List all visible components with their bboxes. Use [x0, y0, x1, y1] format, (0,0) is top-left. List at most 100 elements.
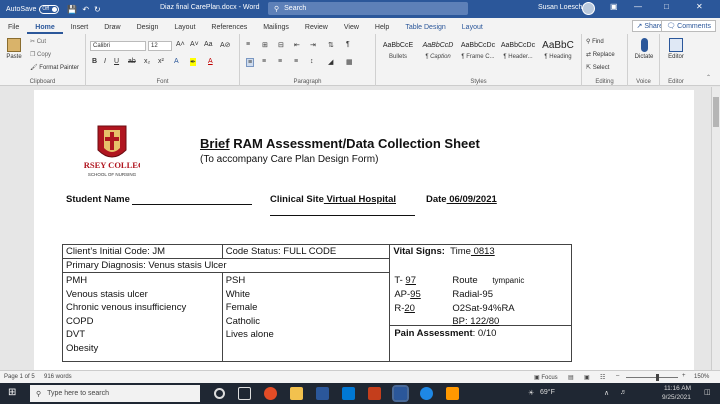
borders-icon[interactable]: ▦ — [346, 58, 353, 66]
grow-font-icon[interactable]: A˄ — [176, 41, 185, 48]
tab-layout[interactable]: Layout — [166, 24, 203, 34]
student-name-line[interactable] — [132, 194, 252, 205]
tab-table-layout[interactable]: Layout — [454, 24, 491, 34]
tab-insert[interactable]: Insert — [63, 24, 97, 34]
tab-home[interactable]: Home — [27, 24, 63, 34]
tab-view[interactable]: View — [336, 24, 367, 34]
highlight-icon[interactable]: ✒ — [190, 58, 196, 66]
notifications-icon[interactable]: ◫ — [704, 388, 711, 396]
clock-time[interactable]: 11:16 AM — [664, 385, 691, 392]
print-layout-icon[interactable]: ▣ — [584, 374, 590, 381]
dictate-button[interactable]: Dictate — [630, 38, 658, 60]
comments-button[interactable]: 🗨 Comments — [661, 20, 716, 32]
show-marks-icon[interactable]: ¶ — [346, 41, 350, 48]
paste-button[interactable]: Paste — [4, 38, 24, 60]
format-painter-button[interactable]: 🖌 Format Painter — [30, 64, 79, 71]
scrollbar-thumb[interactable] — [713, 97, 719, 127]
line-spacing-icon[interactable]: ↕ — [310, 58, 314, 65]
mail-icon[interactable] — [342, 387, 355, 400]
select-button[interactable]: ⇱ Select — [586, 64, 609, 71]
decrease-indent-icon[interactable]: ⇤ — [294, 41, 300, 49]
vitals-detail-cell[interactable]: T- 97 Route tympanic AP-95 Radial-95 R-2… — [389, 272, 572, 362]
user-name[interactable]: Susan Loesch — [538, 4, 582, 11]
tab-table-design[interactable]: Table Design — [397, 24, 453, 34]
chrome-icon[interactable] — [264, 387, 277, 400]
style-caption[interactable]: AaBbCcD ¶ Caption — [418, 38, 458, 76]
style-header[interactable]: AaBbCcDc ¶ Header... — [498, 38, 538, 76]
save-icon[interactable]: 💾 — [67, 5, 77, 14]
sort-icon[interactable]: ⇅ — [328, 41, 334, 49]
tab-review[interactable]: Review — [297, 24, 336, 34]
style-bullets[interactable]: AaBbCcE Bullets — [378, 38, 418, 76]
text-effects-icon[interactable]: A — [174, 58, 179, 65]
cortana-icon[interactable] — [214, 388, 225, 399]
file-explorer-icon[interactable] — [290, 387, 303, 400]
justify-icon[interactable]: ≡ — [294, 58, 298, 65]
find-button[interactable]: ⚲ Find — [586, 38, 604, 45]
font-color-icon[interactable]: A — [208, 58, 213, 65]
tab-help[interactable]: Help — [367, 24, 397, 34]
document-page[interactable]: JERSEY COLLEGE SCHOOL OF NURSING Brief R… — [34, 90, 694, 370]
search-box[interactable]: ⚲ Search — [268, 2, 468, 15]
task-view-icon[interactable] — [238, 387, 251, 400]
undo-icon[interactable]: ↶ — [82, 5, 89, 14]
zoom-in-icon[interactable]: + — [682, 373, 686, 379]
cut-button[interactable]: ✂ Cut — [30, 38, 46, 45]
numbering-icon[interactable]: ⊞ — [262, 41, 268, 49]
align-right-icon[interactable]: ≡ — [278, 58, 282, 65]
shading-icon[interactable]: ◢ — [328, 58, 333, 66]
initial-code-cell[interactable]: Client’s Initial Code: JM — [62, 244, 223, 259]
psh-cell[interactable]: PSH White Female Catholic Lives alone — [221, 272, 391, 362]
windows-start-icon[interactable]: ⊞ — [8, 387, 16, 398]
autosave-control[interactable]: AutoSave Off — [6, 4, 60, 14]
bullets-icon[interactable]: ≡ — [246, 41, 250, 48]
zoom-slider[interactable] — [626, 374, 678, 381]
network-icon[interactable]: ∧ — [604, 389, 609, 397]
focus-button[interactable]: ▣ Focus — [534, 374, 558, 381]
align-left-icon[interactable]: ≡ — [246, 58, 255, 67]
clock-date[interactable]: 9/25/2021 — [662, 394, 691, 401]
powerpoint-icon[interactable] — [368, 387, 381, 400]
shrink-font-icon[interactable]: A˅ — [190, 41, 199, 48]
tab-references[interactable]: References — [203, 24, 255, 34]
primary-diagnosis-cell[interactable]: Primary Diagnosis: Venus stasis Ulcer — [61, 258, 391, 273]
underline-icon[interactable]: U — [114, 58, 119, 65]
autosave-toggle[interactable]: Off — [39, 4, 60, 14]
style-heading[interactable]: AaBbC ¶ Heading — [538, 38, 578, 76]
clear-formatting-icon[interactable]: A⊘ — [220, 41, 231, 49]
close-icon[interactable]: ✕ — [696, 2, 703, 11]
word-icon[interactable] — [392, 385, 409, 402]
minimize-icon[interactable]: — — [634, 2, 642, 11]
store-icon[interactable] — [316, 387, 329, 400]
assessment-table[interactable]: Client’s Initial Code: JM Code Status: F… — [61, 244, 572, 362]
edge-icon[interactable] — [420, 387, 433, 400]
style-frame-contents[interactable]: AaBbCcDc ¶ Frame C... — [458, 38, 498, 76]
vertical-scrollbar[interactable] — [711, 87, 720, 370]
zoom-level[interactable]: 150% — [694, 374, 709, 380]
change-case-icon[interactable]: Aa — [204, 41, 213, 48]
replace-button[interactable]: ⇄ Replace — [586, 51, 615, 58]
increase-indent-icon[interactable]: ⇥ — [310, 41, 316, 49]
tab-mailings[interactable]: Mailings — [255, 24, 297, 34]
app-icon[interactable] — [446, 387, 459, 400]
align-center-icon[interactable]: ≡ — [262, 58, 266, 65]
taskbar-search[interactable]: ⚲ Type here to search — [30, 385, 200, 402]
font-size-select[interactable]: 12 — [148, 41, 172, 51]
zoom-slider-handle[interactable] — [656, 374, 659, 381]
tab-draw[interactable]: Draw — [96, 24, 128, 34]
tab-design[interactable]: Design — [129, 24, 167, 34]
weather-icon[interactable]: ☀ — [528, 389, 534, 397]
collapse-ribbon-icon[interactable]: ⌃ — [706, 74, 711, 81]
editor-button[interactable]: Editor — [662, 38, 690, 60]
bold-icon[interactable]: B — [92, 58, 97, 65]
subscript-icon[interactable]: x₂ — [144, 58, 150, 65]
code-status-cell[interactable]: Code Status: FULL CODE — [221, 244, 391, 259]
superscript-icon[interactable]: x² — [158, 58, 164, 65]
vital-signs-cell[interactable]: Vital Signs: Time 0813 — [389, 244, 572, 273]
volume-icon[interactable]: ♬ — [620, 389, 627, 396]
font-name-select[interactable]: Calibri — [90, 41, 146, 51]
maximize-icon[interactable]: □ — [664, 2, 669, 11]
ribbon-display-icon[interactable]: ▣ — [610, 2, 618, 11]
tab-file[interactable]: File — [0, 24, 27, 34]
weather-temp[interactable]: 69°F — [540, 389, 555, 396]
